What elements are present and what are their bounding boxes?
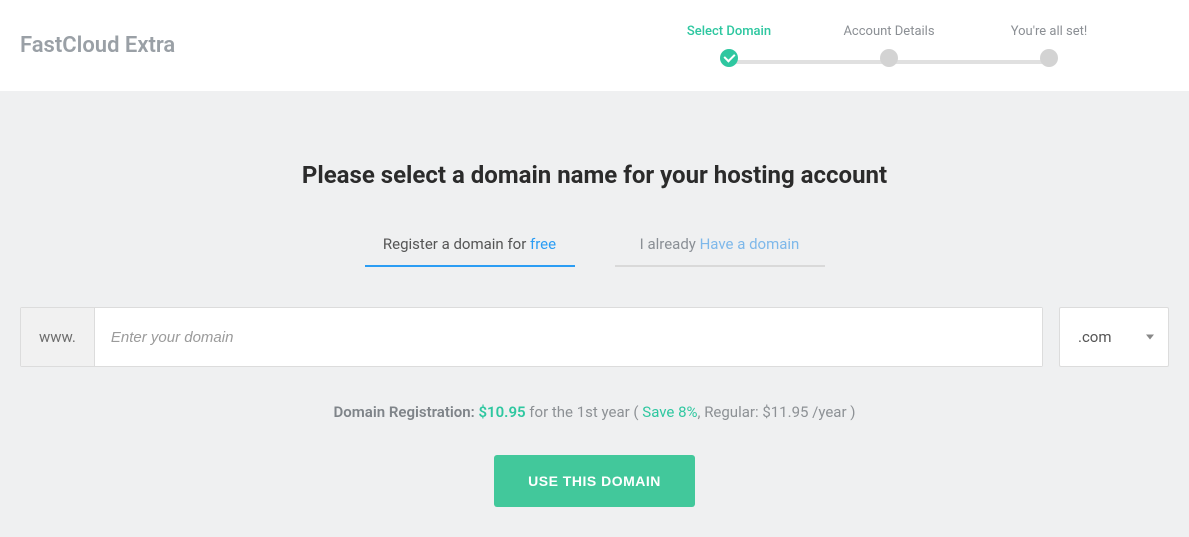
pricing-save: Save 8% <box>642 403 697 421</box>
progress-stepper: Select Domain Account Details You're all… <box>649 24 1169 67</box>
domain-input-group: www. <box>20 307 1043 367</box>
step-label: Account Details <box>843 24 934 39</box>
tab-text: I already <box>640 235 700 253</box>
check-icon <box>720 49 738 67</box>
tab-accent: free <box>530 235 556 253</box>
pricing-regular: , Regular: $11.95 /year ) <box>698 403 856 421</box>
step-connector <box>889 60 1049 64</box>
domain-mode-tabs: Register a domain for free I already Hav… <box>20 235 1169 267</box>
cta-wrapper: USE THIS DOMAIN <box>20 455 1169 507</box>
domain-input[interactable] <box>95 308 1042 366</box>
main-panel: Please select a domain name for your hos… <box>0 91 1189 537</box>
circle-icon <box>880 49 898 67</box>
circle-icon <box>1040 49 1058 67</box>
use-this-domain-button[interactable]: USE THIS DOMAIN <box>494 455 695 507</box>
step-label: You're all set! <box>1011 24 1087 39</box>
brand-title: FastCloud Extra <box>20 33 175 58</box>
header: FastCloud Extra Select Domain Account De… <box>0 0 1189 91</box>
tab-accent: Have a domain <box>700 235 800 253</box>
domain-prefix: www. <box>21 308 95 366</box>
tab-register-domain[interactable]: Register a domain for free <box>365 235 575 267</box>
page-title: Please select a domain name for your hos… <box>20 161 1169 189</box>
tab-text: Register a domain for <box>383 235 530 253</box>
tld-dropdown[interactable]: .com <box>1059 307 1169 367</box>
tab-have-domain[interactable]: I already Have a domain <box>615 235 825 267</box>
pricing-line: Domain Registration: $10.95 for the 1st … <box>20 403 1169 421</box>
step-connector <box>729 60 889 64</box>
tld-value: .com <box>1078 328 1112 346</box>
pricing-price: $10.95 <box>478 403 525 421</box>
step-select-domain[interactable]: Select Domain <box>649 24 809 67</box>
step-label: Select Domain <box>687 24 771 39</box>
pricing-text: for the 1st year ( <box>526 403 643 421</box>
domain-input-row: www. .com <box>20 307 1169 367</box>
pricing-label: Domain Registration: <box>334 403 479 421</box>
